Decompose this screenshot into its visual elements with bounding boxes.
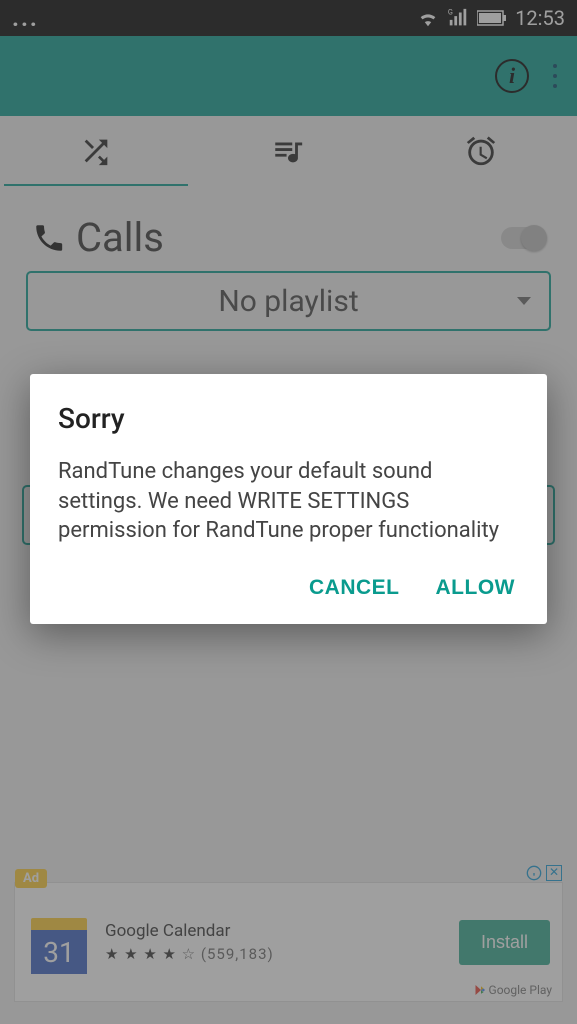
- allow-button[interactable]: ALLOW: [436, 576, 515, 600]
- dialog-body: RandTune changes your default sound sett…: [58, 457, 519, 546]
- permission-dialog: Sorry RandTune changes your default soun…: [30, 374, 547, 624]
- dialog-title: Sorry: [58, 402, 519, 435]
- cancel-button[interactable]: CANCEL: [309, 576, 400, 600]
- dialog-actions: CANCEL ALLOW: [58, 576, 519, 606]
